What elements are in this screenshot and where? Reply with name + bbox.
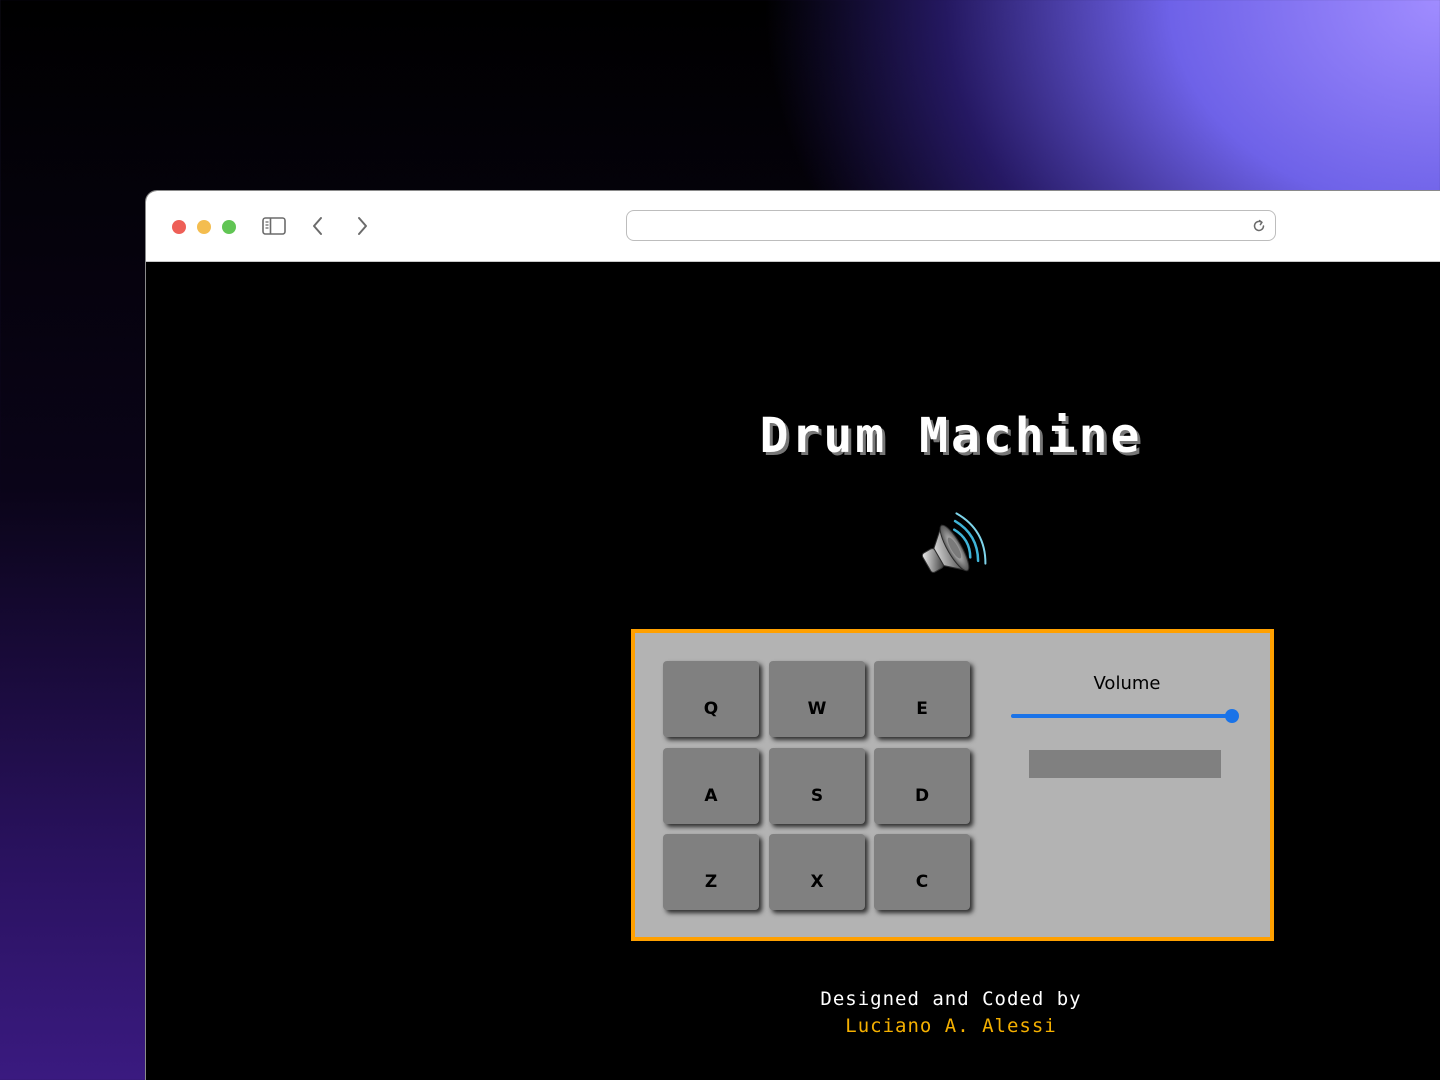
controls-panel: Volume	[1011, 669, 1239, 789]
volume-slider[interactable]	[1011, 709, 1239, 723]
drum-pad-d[interactable]: D	[874, 748, 970, 824]
drum-pad-a[interactable]: A	[663, 748, 759, 824]
speaker-high-volume-icon	[911, 510, 991, 590]
maximize-window-button[interactable]	[222, 220, 236, 234]
volume-slider-track[interactable]	[1011, 714, 1231, 718]
drum-pad-c[interactable]: C	[874, 834, 970, 910]
drum-pad-s[interactable]: S	[769, 748, 865, 824]
drum-pad-q[interactable]: Q	[663, 661, 759, 737]
browser-toolbar	[146, 191, 1440, 262]
drum-pad-w[interactable]: W	[769, 661, 865, 737]
volume-slider-thumb[interactable]	[1225, 709, 1239, 723]
credit-text: Designed and Coded by	[820, 988, 1082, 1010]
back-arrow-icon[interactable]	[303, 211, 333, 241]
address-bar[interactable]	[626, 210, 1276, 241]
page-content: Drum Machine Q W E A S D Z X C Volume De…	[146, 262, 1440, 1080]
volume-label: Volume	[1093, 673, 1161, 694]
drum-pad-grid: Q W E A S D Z X C	[663, 661, 975, 917]
drum-pad-e[interactable]: E	[874, 661, 970, 737]
drum-machine: Q W E A S D Z X C Volume	[631, 629, 1274, 941]
author-link[interactable]: Luciano A. Alessi	[651, 1013, 1251, 1040]
drum-pad-x[interactable]: X	[769, 834, 865, 910]
sound-display	[1029, 750, 1221, 778]
minimize-window-button[interactable]	[197, 220, 211, 234]
sidebar-toggle-icon[interactable]	[259, 211, 289, 241]
drum-pad-z[interactable]: Z	[663, 834, 759, 910]
browser-window: Drum Machine Q W E A S D Z X C Volume De…	[145, 190, 1440, 1080]
page-title: Drum Machine	[759, 408, 1143, 464]
forward-arrow-icon[interactable]	[347, 211, 377, 241]
footer-credits: Designed and Coded by Luciano A. Alessi	[651, 986, 1251, 1040]
reload-icon[interactable]	[1251, 218, 1267, 234]
close-window-button[interactable]	[172, 220, 186, 234]
